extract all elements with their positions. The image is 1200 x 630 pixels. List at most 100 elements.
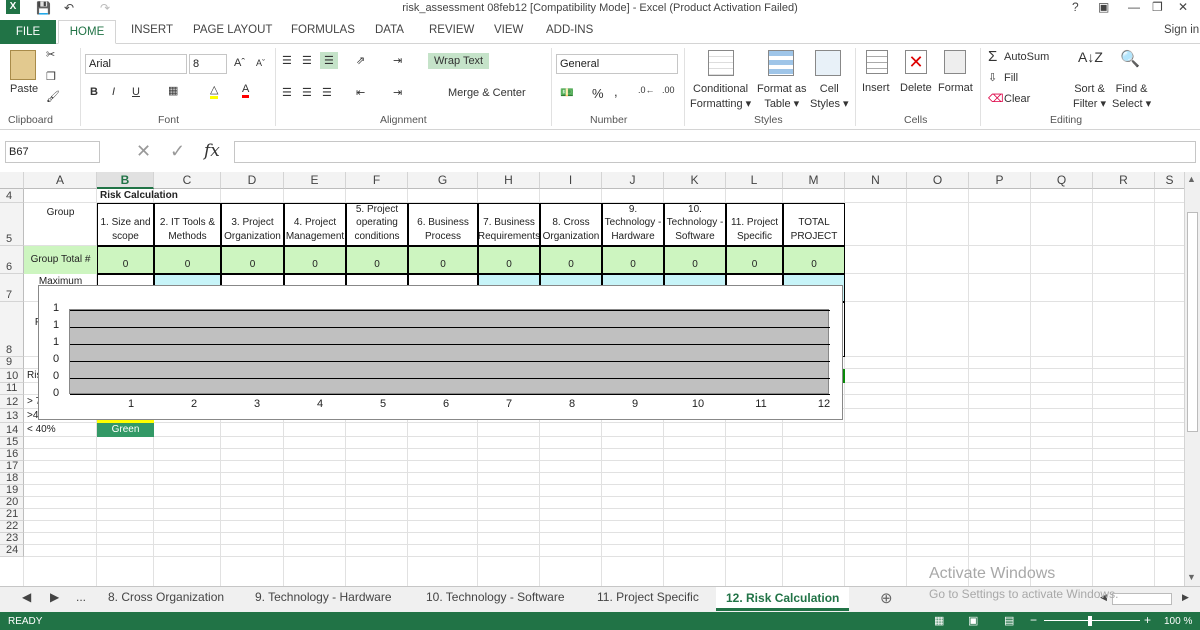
zoom-level[interactable]: 100 % — [1164, 616, 1192, 627]
row-header[interactable]: 4 — [0, 189, 24, 203]
decrease-decimal-icon[interactable]: .00 — [662, 85, 675, 95]
risk-chart[interactable]: 1 1 1 0 0 0 1 2 3 4 5 6 7 8 9 10 11 12 — [38, 285, 843, 420]
restore-icon[interactable]: ❐ — [1152, 0, 1163, 14]
ribbon-display-icon[interactable]: ▣ — [1098, 0, 1109, 14]
borders-icon[interactable]: ▦ — [168, 84, 178, 97]
zoom-slider[interactable] — [1044, 620, 1140, 621]
fill-color-icon[interactable]: △ — [210, 83, 219, 99]
format-cells-icon[interactable] — [944, 50, 966, 74]
sheet-tab-11[interactable]: 11. Project Specific — [597, 590, 699, 604]
close-icon[interactable]: ✕ — [1178, 0, 1188, 14]
column-header-l[interactable]: L — [726, 172, 783, 189]
row-header[interactable]: 5 — [0, 203, 24, 246]
font-size-select[interactable]: 8 — [189, 54, 227, 74]
horizontal-scrollbar[interactable] — [1112, 593, 1172, 605]
column-header-b[interactable]: B — [97, 172, 154, 189]
sort-filter-button[interactable]: Sort & Filter ▾ — [1073, 82, 1106, 112]
zoom-in-icon[interactable]: + — [1144, 613, 1151, 627]
sign-in-link[interactable]: Sign in — [1164, 24, 1199, 36]
column-header-c[interactable]: C — [154, 172, 221, 189]
scroll-down-icon[interactable]: ▼ — [1187, 572, 1196, 582]
font-color-icon[interactable]: A — [242, 83, 250, 98]
column-header-q[interactable]: Q — [1031, 172, 1093, 189]
italic-button[interactable]: I — [112, 86, 115, 98]
tab-formulas[interactable]: FORMULAS — [291, 24, 355, 36]
autosum-button[interactable]: AutoSum — [1004, 51, 1049, 63]
align-center-icon[interactable]: ☰ — [302, 86, 312, 99]
hscroll-right-icon[interactable]: ▶ — [1182, 592, 1189, 603]
name-box[interactable]: B67 — [5, 141, 100, 163]
cut-icon[interactable]: ✂ — [46, 48, 55, 61]
number-format-select[interactable]: General — [556, 54, 678, 74]
column-header-n[interactable]: N — [845, 172, 907, 189]
row-header[interactable]: 11 — [0, 382, 24, 395]
decrease-indent-icon[interactable]: ⇤ — [356, 86, 365, 99]
sheet-tab-10[interactable]: 10. Technology - Software — [426, 590, 565, 604]
normal-view-icon[interactable]: ▦ — [934, 614, 944, 627]
tab-page-layout[interactable]: PAGE LAYOUT — [193, 24, 272, 36]
conditional-formatting-button[interactable]: Conditional Formatting ▾ — [690, 82, 751, 112]
shrink-font-icon[interactable]: Aˇ — [256, 58, 265, 68]
comma-button[interactable]: , — [614, 84, 618, 99]
tab-insert[interactable]: INSERT — [131, 24, 173, 36]
bold-button[interactable]: B — [90, 86, 98, 98]
sheet-next-icon[interactable]: ▶ — [50, 590, 59, 604]
formula-input[interactable] — [234, 141, 1196, 163]
column-header-o[interactable]: O — [907, 172, 969, 189]
align-bottom-icon[interactable]: ☰ — [320, 52, 338, 69]
sheet-tab-9[interactable]: 9. Technology - Hardware — [255, 590, 392, 604]
insert-button[interactable]: Insert — [862, 82, 890, 94]
grow-font-icon[interactable]: Aˆ — [234, 57, 245, 69]
page-break-view-icon[interactable]: ▤ — [1004, 614, 1014, 627]
page-layout-view-icon[interactable]: ▣ — [968, 614, 978, 627]
row-header[interactable]: 7 — [0, 274, 24, 302]
column-header-k[interactable]: K — [664, 172, 726, 189]
vertical-scrollbar[interactable]: ▲ ▼ — [1184, 172, 1200, 586]
clear-button[interactable]: Clear — [1004, 93, 1030, 105]
tab-home[interactable]: HOME — [58, 20, 116, 44]
row-header[interactable]: 13 — [0, 409, 24, 423]
tab-data[interactable]: DATA — [375, 24, 404, 36]
help-icon[interactable]: ? — [1072, 0, 1079, 14]
sheet-prev-icon[interactable]: ◀ — [22, 590, 31, 604]
format-as-table-button[interactable]: Format as Table ▾ — [757, 82, 807, 112]
clear-icon[interactable]: ⌫ — [988, 92, 1004, 105]
column-header-d[interactable]: D — [221, 172, 284, 189]
indent-icon[interactable]: ⇥ — [393, 54, 402, 67]
select-all-corner[interactable] — [0, 172, 24, 189]
row-header[interactable]: 10 — [0, 369, 24, 383]
delete-button[interactable]: Delete — [900, 82, 932, 94]
row-header[interactable]: 9 — [0, 356, 24, 369]
increase-indent-icon[interactable]: ⇥ — [393, 86, 402, 99]
align-middle-icon[interactable]: ☰ — [302, 54, 312, 67]
new-sheet-icon[interactable]: ⊕ — [880, 589, 893, 607]
accounting-icon[interactable]: 💵 — [560, 86, 574, 99]
column-header-f[interactable]: F — [346, 172, 408, 189]
cell-styles-icon[interactable] — [815, 50, 841, 76]
row-header[interactable]: 14 — [0, 423, 24, 437]
column-header-r[interactable]: R — [1093, 172, 1155, 189]
column-header-h[interactable]: H — [478, 172, 540, 189]
cancel-entry-icon[interactable]: ✕ — [136, 141, 151, 162]
wrap-text-button[interactable]: Wrap Text — [428, 53, 490, 69]
column-header-s[interactable]: S — [1155, 172, 1184, 189]
underline-button[interactable]: U — [132, 86, 140, 98]
tab-add-ins[interactable]: ADD-INS — [546, 24, 593, 36]
format-painter-icon[interactable]: 🖌 — [46, 90, 60, 103]
font-name-select[interactable]: Arial — [85, 54, 187, 74]
column-header-m[interactable]: M — [783, 172, 845, 189]
column-header-i[interactable]: I — [540, 172, 602, 189]
paste-button[interactable]: Paste — [10, 83, 38, 95]
tab-file[interactable]: FILE — [0, 20, 56, 44]
sort-filter-icon[interactable]: A↓Z — [1078, 49, 1103, 65]
row-header[interactable]: 8 — [0, 302, 24, 357]
row-header[interactable]: 6 — [0, 246, 24, 274]
orientation-icon[interactable]: ⇗ — [356, 54, 365, 67]
copy-icon[interactable]: ❐ — [46, 70, 56, 83]
tab-view[interactable]: VIEW — [494, 24, 523, 36]
format-button[interactable]: Format — [938, 82, 973, 94]
paste-icon[interactable] — [10, 50, 36, 80]
zoom-out-icon[interactable]: − — [1030, 613, 1037, 627]
align-left-icon[interactable]: ☰ — [282, 86, 292, 99]
fill-button[interactable]: Fill — [1004, 72, 1018, 84]
